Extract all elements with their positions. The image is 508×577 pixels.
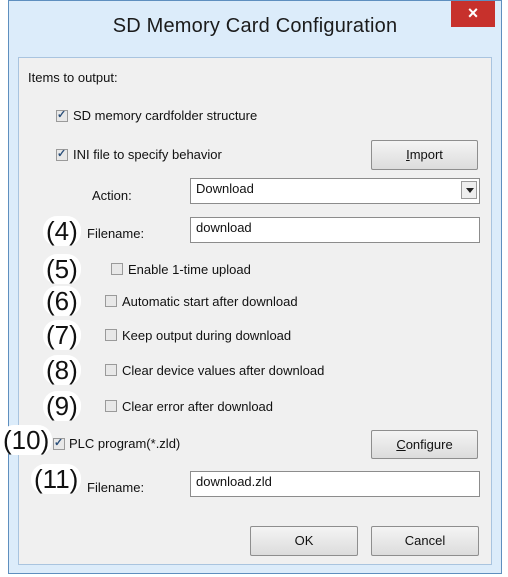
plc-filename-label: Filename: [87, 480, 145, 495]
enable-upload-checkbox[interactable] [111, 263, 123, 275]
configure-button-accel: C [396, 437, 406, 452]
ok-button[interactable]: OK [250, 526, 358, 556]
sd-card-config-dialog: SD Memory Card Configuration × Items to … [8, 0, 502, 574]
import-button-label: mport [409, 147, 443, 162]
clear-error-label: Clear error after download [122, 399, 274, 414]
ini-file-checkbox[interactable] [56, 147, 68, 161]
ini-file-label: INI file to specify behavior [73, 147, 222, 162]
callout-11: (11) [31, 464, 82, 494]
close-button[interactable]: × [451, 1, 495, 27]
clear-device-label: Clear device values after download [122, 363, 325, 378]
chevron-down-icon[interactable] [461, 181, 477, 199]
plc-filename-field[interactable]: download.zld [190, 471, 480, 497]
action-select[interactable]: Download [190, 178, 480, 204]
ini-filename-label: Filename: [87, 226, 145, 241]
configure-button-label: onfigure [405, 437, 453, 452]
callout-8: (8) [43, 355, 81, 385]
items-to-output-label: Items to output: [28, 70, 118, 85]
clear-device-checkbox[interactable] [105, 364, 117, 376]
sd-folder-label: SD memory cardfolder structure [73, 108, 258, 123]
cancel-button[interactable]: Cancel [371, 526, 479, 556]
auto-start-label: Automatic start after download [122, 294, 298, 309]
dialog-title: SD Memory Card Configuration [112, 15, 398, 37]
plc-program-label: PLC program(*.zld) [69, 436, 181, 451]
callout-7: (7) [43, 320, 81, 350]
callout-10: (10) [0, 425, 53, 455]
callout-4: (4) [43, 216, 81, 246]
action-label: Action: [92, 188, 132, 203]
configure-button[interactable]: Configure [371, 430, 478, 459]
enable-upload-label: Enable 1-time upload [128, 262, 251, 277]
keep-output-checkbox[interactable] [105, 329, 117, 341]
action-select-value: Download [196, 181, 254, 196]
auto-start-checkbox[interactable] [105, 295, 117, 307]
plc-program-checkbox[interactable] [53, 436, 65, 450]
dialog-body: Items to output: SD memory cardfolder st… [18, 57, 492, 565]
keep-output-label: Keep output during download [122, 328, 292, 343]
callout-5: (5) [43, 254, 81, 284]
import-button[interactable]: Import [371, 140, 478, 170]
sd-folder-checkbox[interactable] [56, 108, 68, 122]
callout-9: (9) [43, 391, 81, 421]
ini-filename-field[interactable]: download [190, 217, 480, 243]
callout-6: (6) [43, 286, 81, 316]
clear-error-checkbox[interactable] [105, 400, 117, 412]
title-bar: SD Memory Card Configuration × [9, 1, 501, 57]
